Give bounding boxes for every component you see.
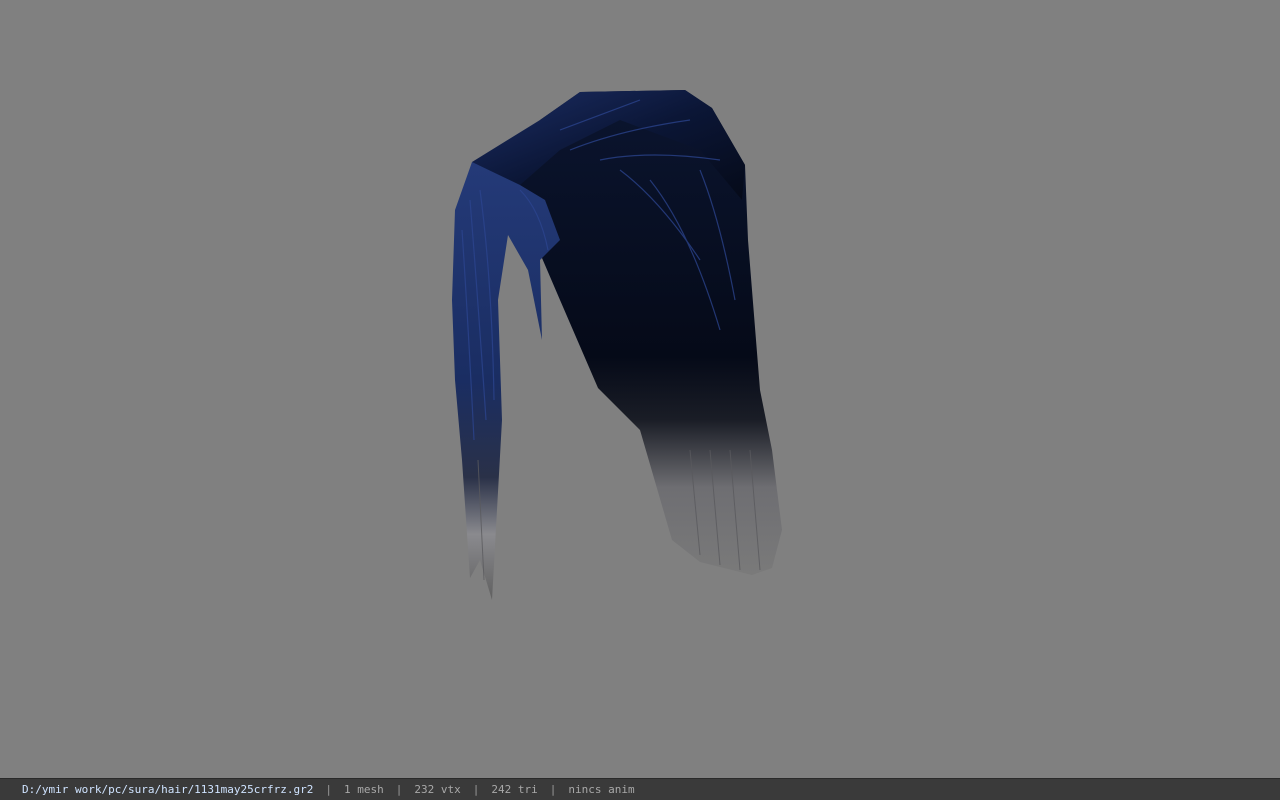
file-path: D:/ymir work/pc/sura/hair/1131may25crfrz… — [22, 783, 314, 796]
status-separator: | — [325, 783, 333, 796]
animation-status: nincs anim — [568, 783, 635, 796]
hair-model-render — [452, 90, 782, 600]
mesh-count: 1 mesh — [344, 783, 384, 796]
vertex-count: 232 vtx — [414, 783, 461, 796]
status-bar: D:/ymir work/pc/sura/hair/1131may25crfrz… — [0, 778, 1280, 800]
status-separator: | — [472, 783, 480, 796]
status-separator: | — [549, 783, 557, 796]
status-separator: | — [395, 783, 403, 796]
triangle-count: 242 tri — [491, 783, 538, 796]
model-viewport[interactable] — [0, 0, 1280, 778]
hair-left-strand — [452, 162, 560, 600]
